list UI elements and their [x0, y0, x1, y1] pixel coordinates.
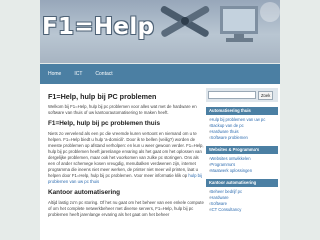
intro-text: Welkom bij F1=Help, hulp bij pc probleme… [48, 104, 197, 115]
widget-title: Kantoor automatisering [206, 179, 278, 187]
nav-item-contact[interactable]: Contact [95, 71, 112, 77]
widget-automatisering-thuis: Automatisering thuis Hulp bij problemen … [206, 107, 278, 141]
main-nav: Home ICT Contact [40, 64, 280, 84]
nav-item-ict[interactable]: ICT [74, 71, 82, 77]
page-title: F1=Help, hulp bij PC problemen [48, 92, 157, 101]
search-box: Zoek [206, 88, 278, 102]
widget-kantoor-automatisering: Kantoor automatisering Beheer bedrijf pc… [206, 179, 278, 213]
computer-icon [220, 6, 258, 42]
header-decoration [160, 2, 280, 42]
main-column: F1=Help, hulp bij PC problemen Welkom bi… [48, 92, 206, 220]
site-logo[interactable]: F1=Help [42, 14, 154, 40]
nav-item-home[interactable]: Home [48, 71, 61, 77]
search-button[interactable]: Zoek [258, 90, 274, 100]
sidebar-link[interactable]: Maatwerk oplossingen [209, 168, 275, 174]
widget-title: Websites & Programma's [206, 146, 278, 154]
widget-title: Automatisering thuis [206, 107, 278, 115]
section-text-home: Niets zo vervelend als een pc die vreemd… [48, 131, 206, 185]
section-text-office: Altijd lastig zo'n pc storing. Of het nu… [48, 200, 206, 217]
sidebar-link[interactable]: ICT Consultancy [209, 207, 275, 213]
tools-icon [160, 6, 210, 37]
widget-websites-programmas: Websites & Programma's Websites ontwikke… [206, 146, 278, 174]
sidebar: Zoek Automatisering thuis Hulp bij probl… [204, 84, 280, 240]
site-header: F1=Help [40, 0, 280, 63]
sidebar-link[interactable]: Software problemen [209, 135, 275, 141]
section-title-office: Kantoor automatisering [48, 189, 121, 196]
search-input[interactable] [208, 91, 256, 99]
section-text-home-body: Niets zo vervelend als een pc die vreemd… [48, 131, 204, 178]
section-title-home: F1=Help, hulp bij pc problemen thuis [48, 120, 161, 127]
